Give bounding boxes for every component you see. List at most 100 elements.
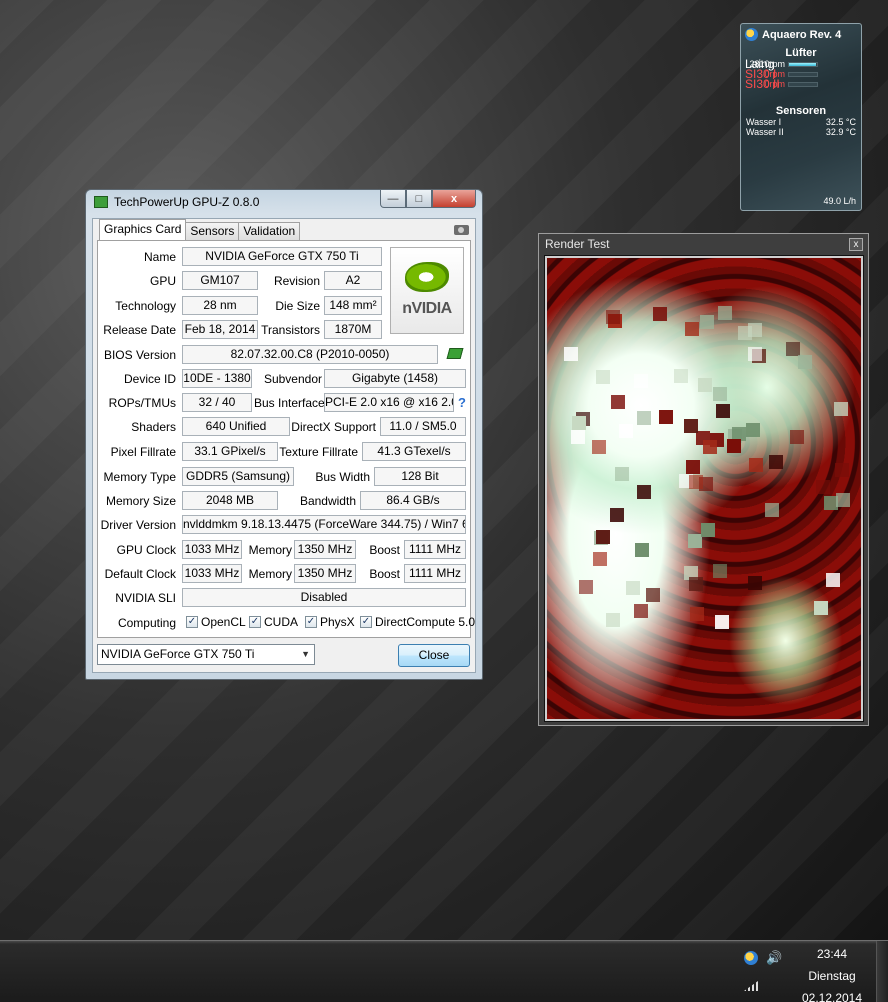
driver-version-value[interactable]: nvlddmkm 9.18.13.4475 (ForceWare 344.75)… [182,515,466,534]
render-artifact-block [769,455,784,470]
render-artifact-block [606,613,621,628]
nvidia-logo[interactable]: nVIDIA [390,247,464,334]
show-desktop-button[interactable] [876,941,888,1002]
render-artifact-block [652,306,667,321]
driver-version-label: Driver Version [100,518,176,532]
bus-help-icon[interactable]: ? [458,395,466,410]
bandwidth-value[interactable]: 86.4 GB/s [360,491,466,510]
texture-fillrate-label: Texture Fillrate [279,445,358,459]
chevron-down-icon[interactable]: ▼ [301,645,310,664]
sensor-value: 32.5 °C [825,117,856,127]
render-artifact-block [611,395,626,410]
maximize-button[interactable]: □ [406,190,432,208]
camera-icon[interactable] [454,225,469,235]
render-test-title: Render Test [545,237,610,251]
render-artifact-block [814,601,829,616]
render-artifact-block [610,508,625,523]
name-value[interactable]: NVIDIA GeForce GTX 750 Ti [182,247,382,266]
checkbox-check-icon[interactable]: ✓ [360,616,372,628]
die-size-value[interactable]: 148 mm² [324,296,382,315]
nvidia-sli-value[interactable]: Disabled [182,588,466,607]
aquaero-gadget[interactable]: Aquaero Rev. 4 Lüfter Laing 2810rpm SI30… [740,23,862,211]
render-artifact-block [687,534,702,549]
close-window-button[interactable]: x [432,190,476,208]
rops-tmus-value[interactable]: 32 / 40 [182,393,252,412]
bios-version-value[interactable]: 82.07.32.00.C8 (P2010-0050) [182,345,438,364]
pixel-fillrate-value[interactable]: 33.1 GPixel/s [182,442,278,461]
render-test-close-button[interactable]: x [849,238,863,251]
sensor-value: 32.9 °C [825,127,856,137]
network-icon[interactable] [744,981,758,991]
gpu-value[interactable]: GM107 [182,271,258,290]
default-memory-value[interactable]: 1350 MHz [294,564,356,583]
transistors-value[interactable]: 1870M [324,320,382,339]
taskbar-clock[interactable]: 23:44 Dienstag 02.12.2014 [796,943,868,1002]
gpuz-app-icon[interactable] [94,196,108,208]
directcompute-checkbox[interactable]: ✓ DirectCompute 5.0 [360,615,475,629]
memory-type-label: Memory Type [103,470,176,484]
render-artifact-block [595,529,610,544]
physx-checkbox[interactable]: ✓ PhysX [305,615,355,629]
window-controls: — □ x [380,190,476,208]
render-artifact-block [835,492,850,507]
volume-icon[interactable]: 🔊 [766,950,782,966]
render-artifact-block [835,462,850,477]
gpu-boost-value[interactable]: 1111 MHz [404,540,466,559]
aquaero-tray-icon[interactable] [744,951,758,965]
checkbox-check-icon[interactable]: ✓ [186,616,198,628]
memory-type-value[interactable]: GDDR5 (Samsung) [182,467,294,486]
computing-label: Computing [117,616,176,630]
checkbox-check-icon[interactable]: ✓ [249,616,261,628]
bus-width-value[interactable]: 128 Bit [374,467,466,486]
render-artifact-block [697,378,712,393]
tab-sensors[interactable]: Sensors [185,222,240,240]
default-boost-value[interactable]: 1111 MHz [404,564,466,583]
bios-save-icon[interactable] [446,348,464,359]
texture-fillrate-value[interactable]: 41.3 GTexel/s [362,442,466,461]
clock-date: 02.12.2014 [801,991,863,1002]
release-date-value[interactable]: Feb 18, 2014 [182,320,258,339]
subvendor-value[interactable]: Gigabyte (1458) [324,369,466,388]
render-artifact-block [689,577,704,592]
device-id-value[interactable]: 10DE - 1380 [182,369,252,388]
gpu-clock-value[interactable]: 1033 MHz [182,540,242,559]
fan-level-bar [788,71,818,77]
directx-support-value[interactable]: 11.0 / SM5.0 [380,417,466,436]
revision-value[interactable]: A2 [324,271,382,290]
technology-value[interactable]: 28 nm [182,296,258,315]
default-clock-value[interactable]: 1033 MHz [182,564,242,583]
checkbox-check-icon[interactable]: ✓ [305,616,317,628]
transistors-label: Transistors [261,323,320,337]
window-title: TechPowerUp GPU-Z 0.8.0 [114,195,260,209]
memory-size-value[interactable]: 2048 MB [182,491,278,510]
gpu-select-dropdown[interactable]: NVIDIA GeForce GTX 750 Ti ▼ [97,644,315,665]
opencl-checkbox[interactable]: ✓ OpenCL [186,615,246,629]
render-artifact-block [619,423,634,438]
render-test-window: Render Test x [538,233,869,726]
gpu-memory-value[interactable]: 1350 MHz [294,540,356,559]
tab-graphics-card[interactable]: Graphics Card [99,219,187,240]
sensors-heading: Sensoren [775,105,827,117]
shaders-label: Shaders [131,420,176,434]
close-button[interactable]: Close [398,644,470,667]
render-artifact-block [634,604,649,619]
shaders-value[interactable]: 640 Unified [182,417,290,436]
render-artifact-block [572,416,586,431]
gpuz-titlebar[interactable]: TechPowerUp GPU-Z 0.8.0 — □ x [86,190,482,214]
cuda-label: CUDA [264,615,299,629]
render-artifact-block [717,305,732,320]
render-artifact-block [748,457,763,472]
cuda-checkbox[interactable]: ✓ CUDA [249,615,298,629]
tab-validation[interactable]: Validation [238,222,301,240]
minimize-button[interactable]: — [380,190,406,208]
flow-value: 49.0 L/h [823,196,856,206]
render-artifact-block [685,460,700,475]
revision-label: Revision [273,274,320,288]
render-artifact-block [715,403,730,418]
render-artifact-block [737,325,752,340]
gpuz-client-area: Graphics Card Sensors Validation Name NV… [92,218,476,673]
taskbar: 🔊 23:44 Dienstag 02.12.2014 [0,940,888,1002]
render-artifact-block [702,440,717,455]
sensor-row: Wasser II 32.9 °C [741,127,861,137]
bus-interface-value[interactable]: PCI-E 2.0 x16 @ x16 2.0 [324,393,454,412]
